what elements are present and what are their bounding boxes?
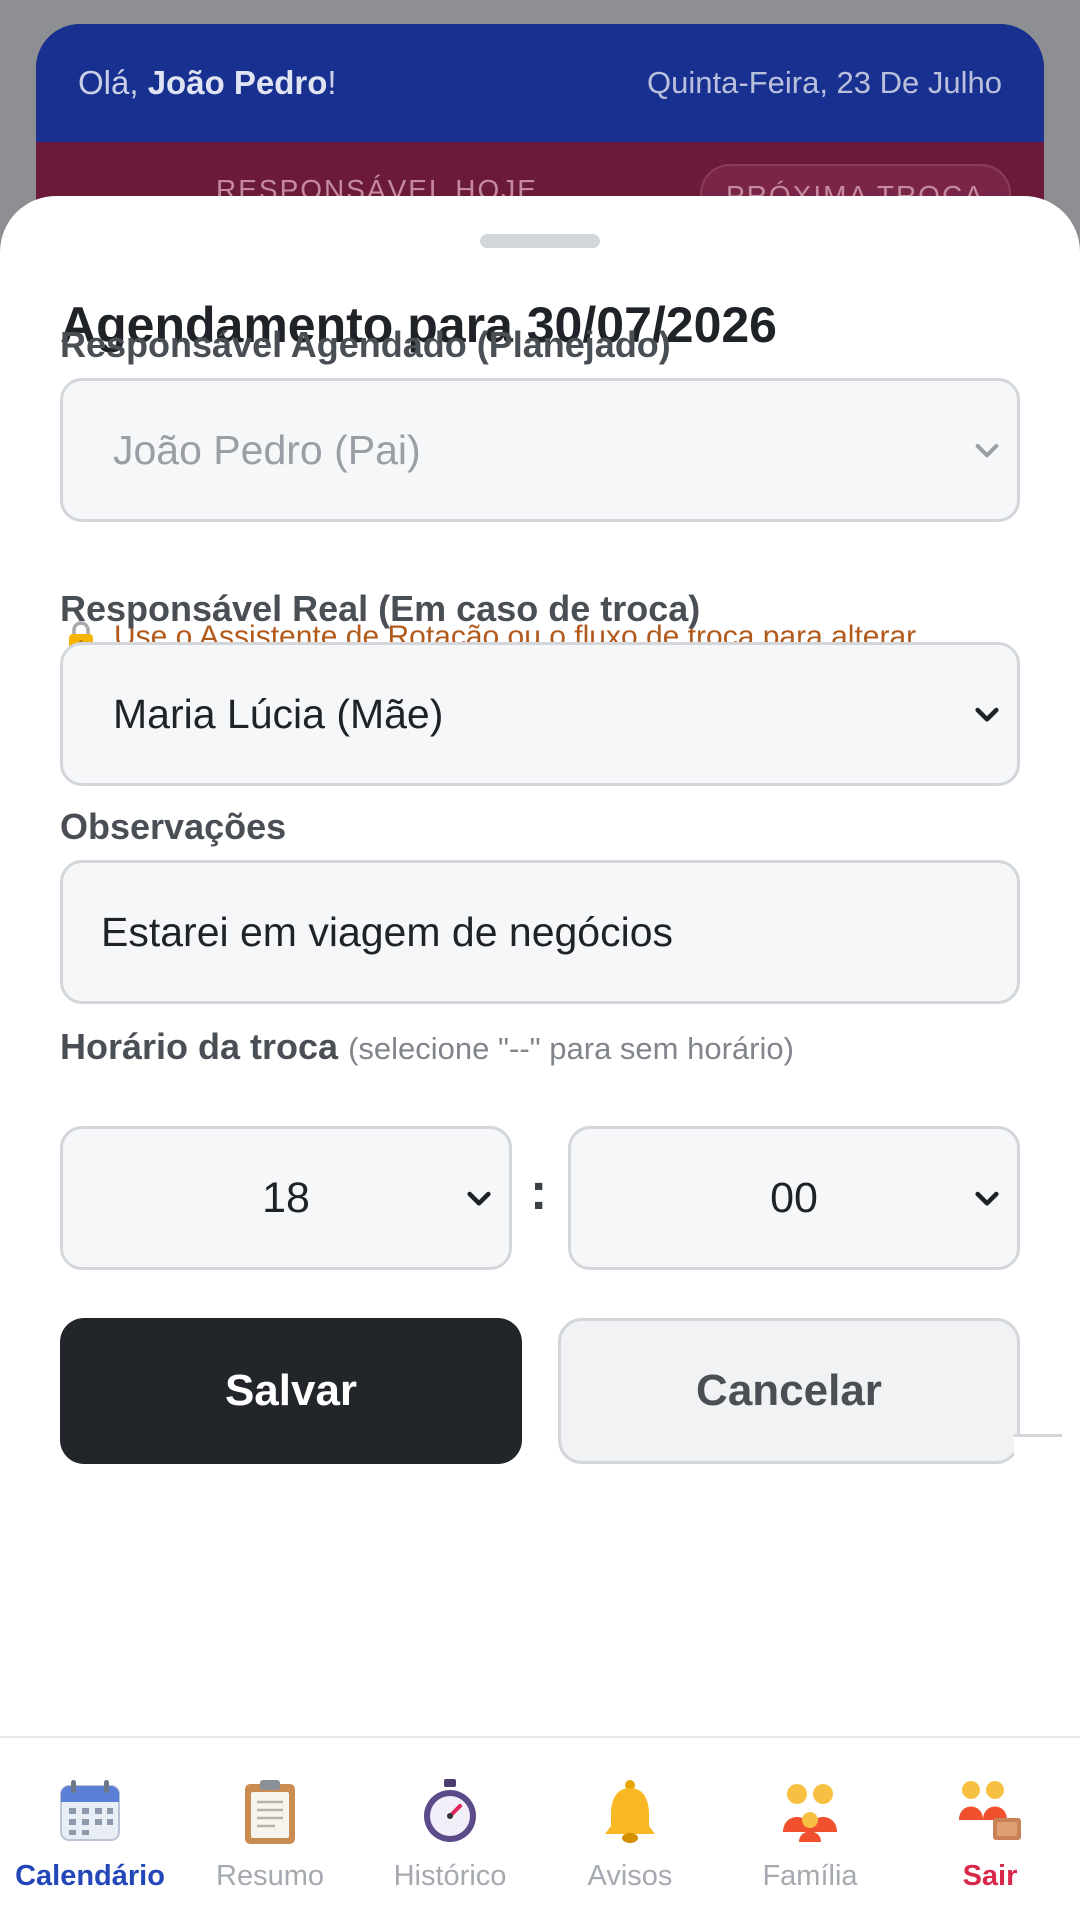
nav-label: Resumo [216, 1860, 324, 1892]
nav-label: Família [762, 1860, 858, 1892]
swap-time-label: Horário da troca (selecione "--" para se… [60, 1026, 794, 1067]
planned-responsible-value: João Pedro (Pai) [113, 426, 421, 473]
nav-item-family[interactable]: Família [720, 1738, 900, 1920]
stopwatch-icon [424, 1779, 476, 1842]
sheet-drag-handle[interactable] [480, 234, 600, 248]
chevron-down-icon [975, 444, 999, 458]
greeting: Olá, João Pedro! [78, 64, 337, 101]
notes-label: Observações [60, 806, 287, 847]
cancel-button-edge [1014, 1434, 1062, 1466]
nav-label: Sair [962, 1860, 1018, 1892]
actual-responsible-label: Responsável Real (Em caso de troca) [60, 588, 701, 629]
nav-item-alerts[interactable]: Avisos [540, 1738, 720, 1920]
bell-icon [605, 1780, 655, 1843]
planned-responsible-select: João Pedro (Pai) [60, 378, 1020, 522]
nav-item-logout[interactable]: Sair [900, 1738, 1080, 1920]
nav-item-summary[interactable]: Resumo [180, 1738, 360, 1920]
schedule-sheet: Agendamento para 30/07/2026 Responsável … [0, 196, 1080, 1736]
cancel-button[interactable]: Cancelar [558, 1318, 1020, 1464]
chevron-down-icon [975, 707, 999, 722]
minute-value: 00 [770, 1173, 818, 1222]
user-name: João Pedro [147, 64, 328, 101]
greeting-bar: Olá, João Pedro! Quinta-Feira, 23 De Jul… [36, 24, 1044, 142]
actual-responsible-value: Maria Lúcia (Mãe) [113, 690, 444, 737]
nav-label: Histórico [393, 1860, 507, 1892]
logout-icon [959, 1781, 1021, 1840]
clipboard-icon [245, 1780, 295, 1844]
chevron-down-icon [975, 1191, 999, 1206]
minute-select[interactable]: 00 [568, 1126, 1020, 1270]
hour-select[interactable]: 18 [60, 1126, 512, 1270]
hour-value: 18 [262, 1173, 310, 1222]
current-date: Quinta-Feira, 23 De Julho [647, 65, 1002, 100]
planned-responsible-label: Responsável Agendado (Planejado) [60, 324, 671, 365]
calendar-icon [60, 1780, 120, 1841]
nav-item-calendar[interactable]: Calendário [0, 1738, 180, 1920]
nav-item-history[interactable]: Histórico [360, 1738, 540, 1920]
chevron-down-icon [467, 1191, 491, 1206]
swap-time-hint: (selecione "--" para sem horário) [348, 1031, 794, 1066]
nav-label: Avisos [587, 1860, 673, 1892]
save-button[interactable]: Salvar [60, 1318, 522, 1464]
bottom-navigation: Calendário Resumo Histórico Avisos Famíl… [0, 1736, 1080, 1920]
notes-input[interactable]: Estarei em viagem de negócios [60, 860, 1020, 1004]
family-icon [783, 1784, 837, 1842]
notes-value: Estarei em viagem de negócios [101, 908, 674, 955]
actual-responsible-select[interactable]: Maria Lúcia (Mãe) [60, 642, 1020, 786]
nav-label: Calendário [15, 1860, 165, 1892]
time-separator: : [530, 1163, 548, 1221]
